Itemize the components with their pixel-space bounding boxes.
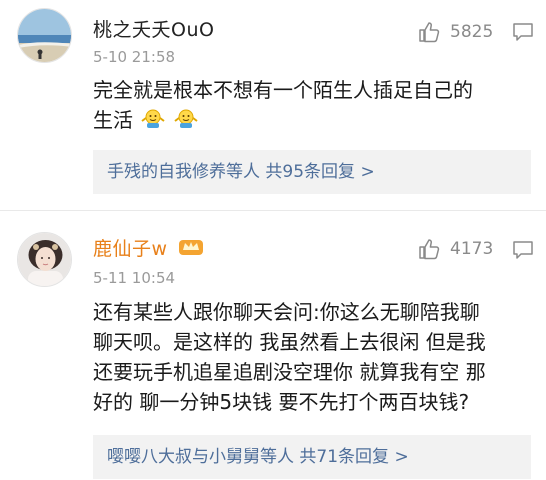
comment-line-text: 生活 bbox=[93, 108, 133, 132]
replies-link[interactable]: 嘤嘤八大叔与小舅舅等人 共71条回复 > bbox=[93, 435, 531, 479]
avatar[interactable] bbox=[17, 8, 72, 63]
avatar[interactable] bbox=[17, 232, 72, 287]
comment-line: 还要玩手机追星追剧没空理你 就算我有空 那 bbox=[93, 360, 486, 384]
comment-item: 鹿仙子w 5-11 10:54 4173 还有某些人跟你聊天会问:你这么无聊陪我… bbox=[0, 207, 546, 480]
username-text: 鹿仙子w bbox=[93, 238, 168, 260]
thumbs-up-icon bbox=[419, 239, 440, 260]
like-button[interactable]: 5825 bbox=[418, 20, 493, 44]
comment-line: 完全就是根本不想有一个陌生人插足自己的 bbox=[93, 78, 473, 102]
comment-text: 还有某些人跟你聊天会问:你这么无聊陪我聊 聊天呗。是这样的 我虽然看上去很闲 但… bbox=[93, 297, 533, 417]
username[interactable]: 桃之夭夭OuO bbox=[93, 15, 214, 42]
comment-line: 还有某些人跟你聊天会问:你这么无聊陪我聊 bbox=[93, 300, 480, 324]
comment-reply-icon[interactable] bbox=[512, 240, 534, 264]
comment-reply-icon[interactable] bbox=[512, 22, 534, 46]
comment-line: 聊天呗。是这样的 我虽然看上去很闲 但是我 bbox=[93, 330, 486, 354]
replies-link[interactable]: 手残的自我修养等人 共95条回复 > bbox=[93, 150, 531, 194]
thumbs-up-icon bbox=[419, 22, 440, 43]
vip-crown-badge-icon bbox=[179, 240, 204, 255]
like-count: 5825 bbox=[450, 22, 494, 42]
username[interactable]: 鹿仙子w bbox=[93, 234, 204, 261]
avatar-portrait-image bbox=[18, 233, 71, 286]
speech-bubble-icon bbox=[513, 23, 533, 41]
shrug-emoji-icon bbox=[141, 109, 165, 128]
comment-time: 5-10 21:58 bbox=[93, 48, 176, 66]
like-count: 4173 bbox=[450, 239, 494, 259]
comment-item: 桃之夭夭OuO 5-10 21:58 5825 完全就是根本不想有一个陌生人插足… bbox=[0, 0, 546, 207]
shrug-emoji-icon bbox=[174, 109, 198, 128]
avatar-beach-image bbox=[18, 9, 71, 62]
comment-time: 5-11 10:54 bbox=[93, 269, 176, 287]
comment-text: 完全就是根本不想有一个陌生人插足自己的 生活 bbox=[93, 75, 533, 135]
like-button[interactable]: 4173 bbox=[418, 237, 493, 261]
speech-bubble-icon bbox=[513, 241, 533, 259]
comment-line: 生活 bbox=[93, 105, 533, 135]
comment-line: 好的 聊一分钟5块钱 要不先打个两百块钱? bbox=[93, 390, 470, 414]
